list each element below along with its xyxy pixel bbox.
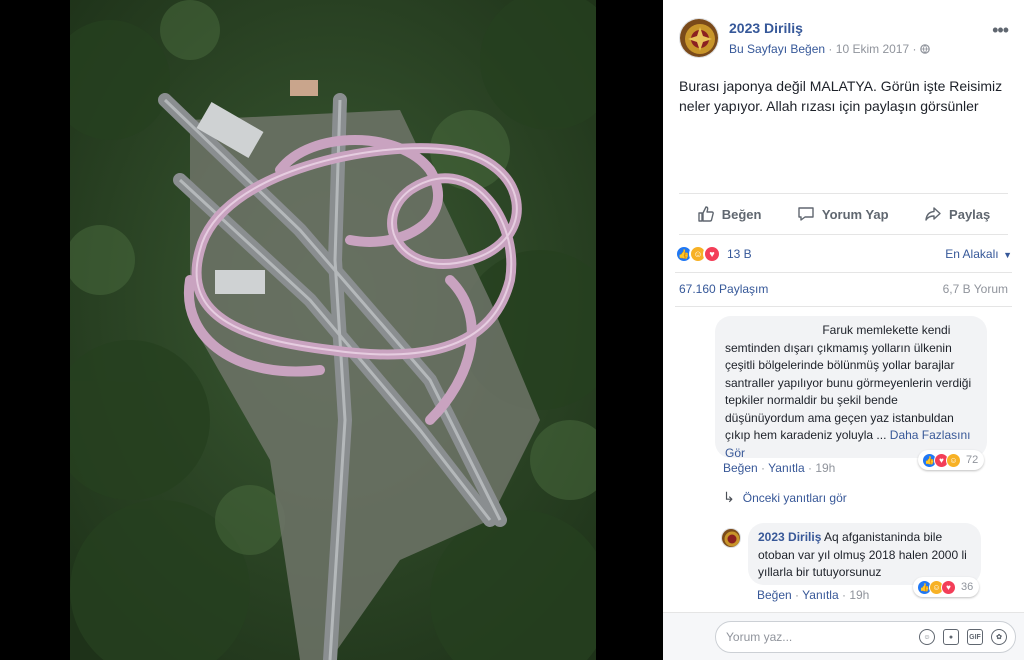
globe-icon [920, 42, 930, 56]
meta-separator: · [912, 42, 917, 56]
reply-reaction-count: 36 [961, 581, 974, 593]
emblem-icon [722, 529, 740, 547]
reply-meta: Beğen · Yanıtla · 19h [757, 588, 869, 602]
share-label: Paylaş [949, 206, 991, 222]
comment-reaction-count: 72 [966, 454, 979, 466]
previous-replies-label: Önceki yanıtları gör [742, 490, 847, 505]
emoji-icon[interactable]: ☺ [919, 629, 935, 645]
emblem-icon [680, 19, 718, 57]
post-panel: 2023 Diriliş Bu Sayfayı Beğen · 10 Ekim … [663, 0, 1024, 660]
post-stats: 67.160 Paylaşım 6,7 B Yorum [679, 282, 1008, 296]
love-reaction-icon: ♥ [703, 245, 721, 263]
sort-dropdown[interactable]: En Alakalı ▼ [945, 247, 1012, 261]
divider [675, 272, 1012, 273]
post-date[interactable]: 10 Ekim 2017 [836, 42, 909, 56]
meta-separator: · [807, 461, 812, 475]
post-header: 2023 Diriliş Bu Sayfayı Beğen · 10 Ekim … [679, 16, 1009, 64]
post-meta: Bu Sayfayı Beğen · 10 Ekim 2017 · [729, 42, 930, 56]
love-reaction-icon: ♥ [941, 579, 956, 595]
reply-avatar[interactable] [721, 528, 741, 548]
comment-bubble: Faruk memlekette kendi semtinden dışarı … [715, 316, 987, 460]
previous-replies-link[interactable]: ↳ Önceki yanıtları gör [723, 489, 847, 506]
caret-down-icon: ▼ [1000, 250, 1012, 260]
composer-icons: ☺ ● GIF ✿ [919, 629, 1007, 645]
reactions-row: 👍 ☺ ♥ 13 B En Alakalı ▼ [675, 242, 1012, 266]
page-avatar[interactable] [679, 18, 719, 58]
sticker-icon[interactable]: ✿ [991, 629, 1007, 645]
comment-time[interactable]: 19h [815, 461, 835, 475]
like-page-link[interactable]: Bu Sayfayı Beğen [729, 42, 825, 56]
reply-author[interactable]: 2023 Diriliş [758, 530, 821, 544]
like-button[interactable]: Beğen [697, 205, 762, 223]
comment-icon [798, 207, 814, 221]
comment-like-link[interactable]: Beğen [723, 461, 758, 475]
comment-input[interactable]: Yorum yaz... ☺ ● GIF ✿ [715, 621, 1016, 653]
comment-composer: Yorum yaz... ☺ ● GIF ✿ [663, 612, 1024, 660]
thumbs-up-icon [698, 206, 714, 222]
comment-count[interactable]: 6,7 B Yorum [943, 282, 1008, 296]
ellipsis-icon[interactable]: ••• [992, 20, 1009, 41]
reply-reactions[interactable]: 👍 ☺ ♥ 36 [913, 577, 980, 597]
comment-placeholder: Yorum yaz... [726, 630, 793, 644]
meta-separator: · [841, 588, 846, 602]
gif-icon[interactable]: GIF [967, 629, 983, 645]
meta-separator: · [761, 461, 766, 475]
post-text: Burası japonya değil MALATYA. Görün işte… [679, 78, 1003, 114]
sort-label: En Alakalı [945, 247, 999, 261]
comment-label: Yorum Yap [821, 206, 889, 222]
meta-separator: · [795, 588, 800, 602]
redacted-author [725, 322, 819, 334]
photo-viewer [0, 0, 663, 660]
comment-reactions[interactable]: 👍 ♥ ☺ 72 [918, 450, 985, 470]
divider [675, 306, 1012, 307]
highway-interchange-photo [70, 0, 596, 660]
comment-text: Faruk memlekette kendi semtinden dışarı … [725, 323, 972, 442]
meta-separator: · [828, 42, 833, 56]
like-label: Beğen [721, 206, 762, 222]
reaction-icons[interactable]: 👍 ☺ ♥ [675, 245, 721, 263]
camera-icon[interactable]: ● [943, 629, 959, 645]
comment-reply-link[interactable]: Yanıtla [768, 461, 804, 475]
comment-button[interactable]: Yorum Yap [797, 205, 889, 223]
post-photo[interactable] [70, 0, 596, 660]
reply-bubble: 2023 Diriliş Aq afganistaninda bile otob… [748, 523, 981, 585]
share-icon [925, 207, 941, 221]
page-name[interactable]: 2023 Diriliş [729, 20, 803, 36]
reply-reply-link[interactable]: Yanıtla [802, 588, 838, 602]
share-button[interactable]: Paylaş [924, 205, 990, 223]
reply-like-link[interactable]: Beğen [757, 588, 792, 602]
reply-arrow-icon: ↳ [723, 489, 735, 505]
post-actions: Beğen Yorum Yap Paylaş [679, 193, 1008, 235]
reaction-count[interactable]: 13 B [727, 247, 752, 261]
reply-time[interactable]: 19h [849, 588, 869, 602]
comment-meta: Beğen · Yanıtla · 19h [723, 461, 835, 475]
haha-reaction-icon: ☺ [946, 452, 961, 468]
ellipsis: ... [876, 428, 887, 442]
share-count[interactable]: 67.160 Paylaşım [679, 282, 768, 296]
